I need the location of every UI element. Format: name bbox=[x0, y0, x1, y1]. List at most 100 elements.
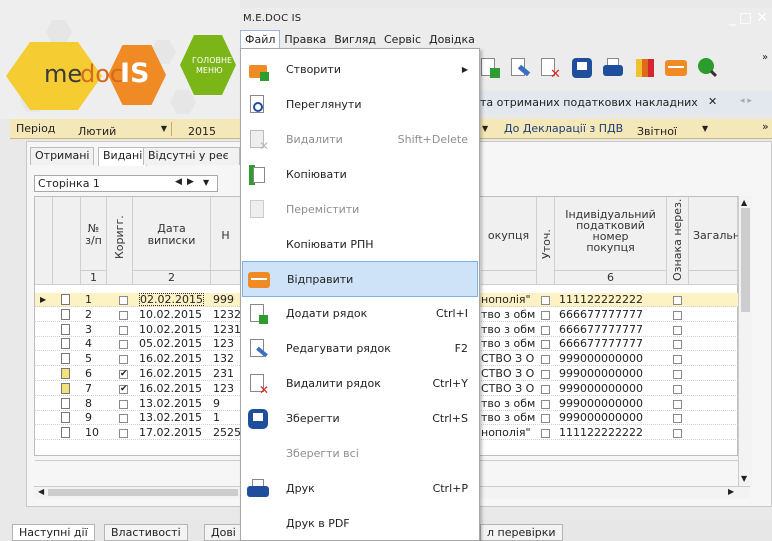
menu-item-delete-row[interactable]: ✕ Видалити рядок Ctrl+Y bbox=[242, 366, 478, 402]
page-prev-icon[interactable]: ◀ bbox=[175, 177, 182, 187]
menu-view[interactable]: Вигляд bbox=[330, 33, 380, 46]
menu-service[interactable]: Сервіс bbox=[380, 33, 425, 46]
scroll-thumb[interactable] bbox=[48, 489, 238, 496]
chevron-down-icon[interactable]: ▼ bbox=[482, 124, 488, 133]
send-envelope-icon[interactable] bbox=[664, 56, 687, 80]
tab-properties[interactable]: Властивості bbox=[104, 524, 188, 541]
menu-item-delete[interactable]: ✕ Видалити Shift+Delete bbox=[242, 122, 478, 158]
close-icon[interactable]: ✕ bbox=[756, 10, 768, 26]
search-icon[interactable] bbox=[696, 56, 718, 80]
edit-row-icon[interactable] bbox=[508, 56, 531, 80]
document-tab[interactable]: та отриманих податкових накладних ✕ ◂ ▸ bbox=[472, 92, 772, 114]
chevron-down-icon[interactable]: ▼ bbox=[702, 124, 708, 133]
nonresident-checkbox[interactable] bbox=[673, 429, 682, 439]
corrected-checkbox[interactable] bbox=[119, 414, 128, 424]
corrected-checkbox[interactable] bbox=[119, 429, 128, 439]
toolbar-overflow-icon[interactable]: » bbox=[762, 52, 768, 63]
clarification-checkbox[interactable] bbox=[541, 370, 550, 379]
column-header-total[interactable]: Загальн bbox=[689, 197, 740, 271]
menu-item-print-pdf[interactable]: Друк в PDF bbox=[242, 506, 478, 541]
corrected-checkbox[interactable] bbox=[119, 399, 128, 409]
column-header-date[interactable]: Дата виписки bbox=[133, 197, 211, 271]
menu-item-move[interactable]: Перемістити bbox=[242, 192, 478, 228]
clarification-checkbox[interactable] bbox=[541, 340, 550, 350]
menu-item-save-all[interactable]: Зберегти всі bbox=[242, 436, 478, 472]
scroll-right-icon[interactable]: ▶ bbox=[728, 487, 734, 496]
column-header-number[interactable]: № з/п bbox=[81, 197, 107, 271]
nonresident-checkbox[interactable] bbox=[673, 340, 682, 350]
chevron-down-icon[interactable]: ▼ bbox=[203, 178, 209, 187]
tab-reference[interactable]: Дові bbox=[204, 524, 244, 541]
corrected-checkbox[interactable] bbox=[119, 310, 128, 320]
tab-nav-icon[interactable]: ◂ ▸ bbox=[740, 96, 752, 106]
maximize-icon[interactable]: □ bbox=[739, 10, 752, 26]
clarification-checkbox[interactable] bbox=[541, 325, 550, 335]
nonresident-checkbox[interactable] bbox=[673, 355, 682, 365]
vertical-scrollbar[interactable]: ▲ ▼ bbox=[738, 196, 752, 488]
tab-issued[interactable]: Видані bbox=[98, 147, 148, 166]
menu-item-copy[interactable]: Копіювати bbox=[242, 157, 478, 193]
delete-row-icon[interactable]: ✕ bbox=[538, 56, 561, 82]
minimize-icon[interactable]: _ bbox=[729, 10, 736, 26]
clarification-checkbox[interactable] bbox=[541, 310, 550, 320]
page-next-icon[interactable]: ▶ bbox=[187, 177, 194, 187]
menu-item-create[interactable]: Створити ▶ bbox=[242, 52, 478, 88]
menu-item-save[interactable]: Зберегти Ctrl+S bbox=[242, 401, 478, 437]
scroll-thumb[interactable] bbox=[741, 208, 750, 312]
printer-icon[interactable] bbox=[602, 56, 624, 80]
column-header-corrected[interactable]: Коригг. bbox=[107, 197, 133, 285]
main-menu-button[interactable] bbox=[180, 35, 236, 95]
corrected-checkbox[interactable] bbox=[119, 325, 128, 335]
tab-close-icon[interactable]: ✕ bbox=[708, 95, 717, 108]
corrected-checkbox[interactable] bbox=[119, 340, 128, 350]
nonresident-checkbox[interactable] bbox=[673, 296, 682, 305]
menu-help[interactable]: Довідка bbox=[425, 33, 479, 46]
menu-item-view[interactable]: Переглянути bbox=[242, 87, 478, 123]
nonresident-checkbox[interactable] bbox=[673, 370, 682, 379]
corrected-checkbox[interactable] bbox=[119, 296, 128, 305]
month-select[interactable]: Лютий ▼ bbox=[78, 122, 172, 138]
nonresident-checkbox[interactable] bbox=[673, 399, 682, 409]
overflow-icon[interactable]: » bbox=[762, 120, 769, 133]
nonresident-checkbox[interactable] bbox=[673, 384, 682, 394]
clarification-checkbox[interactable] bbox=[541, 296, 550, 305]
tab-next-actions[interactable]: Наступні дії bbox=[12, 524, 95, 541]
menu-item-copy-rpn[interactable]: Копіювати РПН bbox=[242, 227, 478, 263]
column-header-buyer[interactable]: окупця bbox=[481, 197, 537, 271]
page-selector[interactable]: Сторінка 1 ◀ ▶ ▼ bbox=[34, 175, 218, 192]
menu-item-add-row[interactable]: Додати рядок Ctrl+I bbox=[242, 296, 478, 332]
corrected-checkbox[interactable]: ✔ bbox=[119, 384, 128, 394]
column-number-row bbox=[689, 271, 738, 285]
menu-item-edit-row[interactable]: Редагувати рядок F2 bbox=[242, 331, 478, 367]
nonresident-checkbox[interactable] bbox=[673, 414, 682, 424]
column-header-nonresident[interactable]: Ознака нерез. bbox=[667, 197, 689, 285]
menu-file[interactable]: Файл bbox=[240, 30, 281, 48]
clarification-checkbox[interactable] bbox=[541, 384, 550, 394]
scroll-down-icon[interactable]: ▼ bbox=[741, 474, 747, 483]
add-row-icon[interactable] bbox=[478, 56, 500, 80]
cell-ipn: 999000000000 bbox=[559, 367, 643, 380]
nonresident-checkbox[interactable] bbox=[673, 310, 682, 320]
tab-missing[interactable]: Відсутні у реє bbox=[143, 147, 240, 165]
nonresident-checkbox[interactable] bbox=[673, 325, 682, 335]
menu-edit[interactable]: Правка bbox=[280, 33, 330, 46]
archive-icon[interactable] bbox=[634, 56, 656, 80]
clarification-checkbox[interactable] bbox=[541, 429, 550, 439]
column-header-ipn[interactable]: Індивідуальний податковий номер покупця bbox=[555, 197, 667, 271]
corrected-checkbox[interactable]: ✔ bbox=[119, 370, 128, 379]
scroll-up-icon[interactable]: ▲ bbox=[741, 198, 747, 207]
clarification-checkbox[interactable] bbox=[541, 355, 550, 365]
clarification-checkbox[interactable] bbox=[541, 414, 550, 424]
save-icon[interactable] bbox=[570, 56, 592, 80]
scroll-left-icon[interactable]: ◀ bbox=[38, 487, 44, 496]
menu-item-send[interactable]: Відправити bbox=[242, 261, 478, 298]
column-header-clarification[interactable]: Уточ. bbox=[537, 197, 555, 285]
tab-check-log[interactable]: л перевірки bbox=[480, 524, 563, 541]
corrected-checkbox[interactable] bbox=[119, 355, 128, 365]
menu-item-print[interactable]: Друк Ctrl+P bbox=[242, 471, 478, 507]
document-icon bbox=[61, 382, 70, 394]
tab-received[interactable]: Отримані bbox=[30, 147, 95, 165]
column-header-n[interactable]: Н bbox=[211, 197, 241, 271]
declaration-filter[interactable]: До Декларації з ПДВ bbox=[504, 122, 623, 135]
clarification-checkbox[interactable] bbox=[541, 399, 550, 409]
